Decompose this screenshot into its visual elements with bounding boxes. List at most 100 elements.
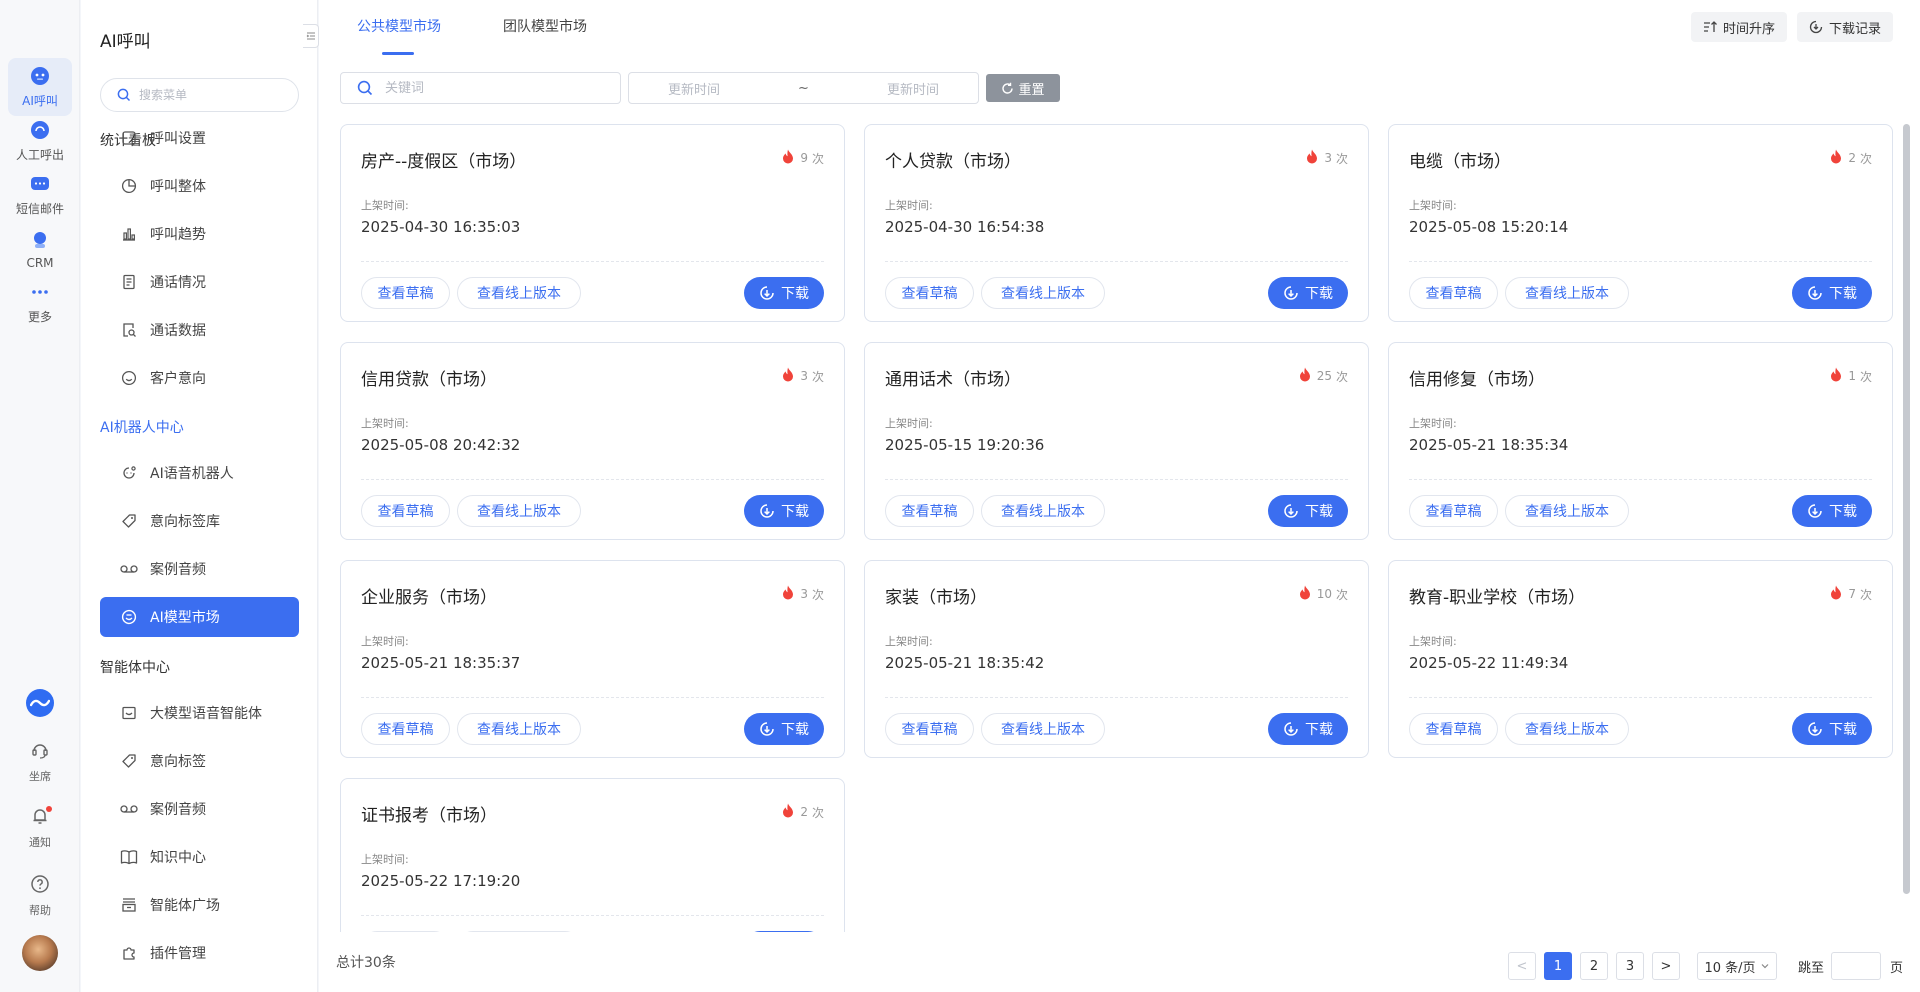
pagination-next[interactable]: > bbox=[1652, 952, 1680, 980]
view-online-version-button[interactable]: 查看线上版本 bbox=[457, 277, 581, 309]
view-draft-button[interactable]: 查看草稿 bbox=[1409, 495, 1498, 527]
download-count: 3次 bbox=[1306, 149, 1348, 167]
rail-item-manual-call[interactable]: 人工呼出 bbox=[8, 112, 72, 170]
download-button[interactable]: 下载 bbox=[744, 495, 824, 527]
download-icon bbox=[1283, 285, 1299, 301]
tab-team-market[interactable]: 团队模型市场 bbox=[503, 16, 587, 36]
view-draft-button[interactable]: 查看草稿 bbox=[361, 495, 450, 527]
rail-item-notice[interactable]: 通知 bbox=[8, 802, 72, 854]
menu-item-ai-voice-robot[interactable]: AI语音机器人 bbox=[100, 453, 299, 493]
view-draft-button[interactable]: 查看草稿 bbox=[361, 713, 450, 745]
download-label: 下载 bbox=[781, 504, 809, 520]
rail-item-seat[interactable]: 坐席 bbox=[8, 736, 72, 788]
page-size-select[interactable]: 10 条/页 bbox=[1697, 952, 1777, 980]
pagination-page[interactable]: 1 bbox=[1544, 952, 1572, 980]
menu-item-agent-case-audio[interactable]: 案例音频 bbox=[100, 789, 299, 829]
listed-time-value: 2025-05-21 18:35:42 bbox=[885, 654, 1045, 672]
rail-item-crm[interactable]: CRM bbox=[8, 220, 72, 278]
download-label: 下载 bbox=[1305, 286, 1333, 302]
tab-public-market[interactable]: 公共模型市场 bbox=[357, 16, 441, 36]
download-count: 1次 bbox=[1830, 367, 1872, 385]
menu-item-customer-intent[interactable]: 客户意向 bbox=[100, 358, 299, 398]
download-count-suffix: 次 bbox=[1859, 151, 1872, 166]
update-time-range-picker[interactable]: 更新时间 ~ 更新时间 bbox=[628, 72, 979, 104]
view-draft-button[interactable]: 查看草稿 bbox=[885, 495, 974, 527]
menu-item-call-data[interactable]: 通话数据 bbox=[100, 310, 299, 350]
view-online-version-button[interactable]: 查看线上版本 bbox=[457, 931, 581, 932]
view-online-version-button[interactable]: 查看线上版本 bbox=[1505, 495, 1629, 527]
download-button[interactable]: 下载 bbox=[1268, 495, 1348, 527]
card-title: 信用修复（市场） bbox=[1409, 370, 1545, 390]
download-button[interactable]: 下载 bbox=[744, 277, 824, 309]
view-online-version-button[interactable]: 查看线上版本 bbox=[1505, 277, 1629, 309]
bell-icon bbox=[30, 806, 52, 830]
download-button[interactable]: 下载 bbox=[744, 713, 824, 745]
view-draft-button[interactable]: 查看草稿 bbox=[361, 931, 450, 932]
store-icon bbox=[120, 896, 138, 914]
user-avatar[interactable] bbox=[22, 935, 58, 971]
download-count-value: 10 bbox=[1316, 587, 1332, 601]
view-draft-button[interactable]: 查看草稿 bbox=[1409, 713, 1498, 745]
download-count-suffix: 次 bbox=[811, 587, 824, 602]
download-button[interactable]: 下载 bbox=[1792, 277, 1872, 309]
menu-item-call-settings[interactable]: 呼叫设置 bbox=[100, 118, 299, 158]
pagination-page[interactable]: 3 bbox=[1616, 952, 1644, 980]
card-title: 通用话术（市场） bbox=[885, 370, 1021, 390]
view-online-version-button[interactable]: 查看线上版本 bbox=[457, 713, 581, 745]
menu-collapse-button[interactable] bbox=[303, 24, 319, 48]
download-count-suffix: 次 bbox=[1335, 587, 1348, 602]
pagination-page[interactable]: 2 bbox=[1580, 952, 1608, 980]
menu-item-intent-tag-lib[interactable]: 意向标签库 bbox=[100, 501, 299, 541]
keyword-input[interactable] bbox=[385, 80, 585, 96]
download-button[interactable]: 下载 bbox=[1792, 713, 1872, 745]
download-icon bbox=[759, 503, 775, 519]
bar-chart-icon bbox=[120, 225, 138, 243]
card-divider bbox=[361, 915, 824, 916]
view-online-version-button[interactable]: 查看线上版本 bbox=[457, 495, 581, 527]
scrollbar[interactable] bbox=[1903, 124, 1910, 894]
view-draft-button[interactable]: 查看草稿 bbox=[361, 277, 450, 309]
menu-search[interactable] bbox=[100, 78, 299, 112]
download-button[interactable]: 下载 bbox=[1792, 495, 1872, 527]
voice-robot-icon bbox=[120, 464, 138, 482]
rail-label: 帮助 bbox=[29, 904, 51, 917]
menu-item-llm-voice-agent[interactable]: 大模型语音智能体 bbox=[100, 693, 299, 733]
download-button[interactable]: 下载 bbox=[1268, 713, 1348, 745]
rail-item-sms-email[interactable]: 短信邮件 bbox=[8, 166, 72, 224]
download-records-button[interactable]: 下载记录 bbox=[1797, 12, 1894, 42]
menu-item-call-trend[interactable]: 呼叫趋势 bbox=[100, 214, 299, 254]
sort-time-asc-button[interactable]: 时间升序 bbox=[1691, 12, 1788, 42]
menu-item-agent-plaza[interactable]: 智能体广场 bbox=[100, 885, 299, 925]
menu-item-intent-tag[interactable]: 意向标签 bbox=[100, 741, 299, 781]
date-start[interactable]: 更新时间 bbox=[668, 79, 720, 98]
view-draft-button[interactable]: 查看草稿 bbox=[1409, 277, 1498, 309]
menu-item-call-status[interactable]: 通话情况 bbox=[100, 262, 299, 302]
rail-item-ai-call[interactable]: AI呼叫 bbox=[8, 58, 72, 116]
document-icon bbox=[120, 273, 138, 291]
pagination-prev[interactable]: < bbox=[1508, 952, 1536, 980]
view-online-version-button[interactable]: 查看线上版本 bbox=[981, 713, 1105, 745]
download-label: 下载 bbox=[1829, 504, 1857, 520]
download-count-value: 7 bbox=[1848, 587, 1856, 601]
keyword-search[interactable] bbox=[340, 72, 621, 104]
view-draft-button[interactable]: 查看草稿 bbox=[885, 277, 974, 309]
download-button[interactable]: 下载 bbox=[744, 931, 824, 932]
menu-item-plugin-manage[interactable]: 插件管理 bbox=[100, 933, 299, 973]
rail-item-help[interactable]: 帮助 bbox=[8, 870, 72, 922]
reset-button[interactable]: 重置 bbox=[986, 74, 1060, 102]
menu-item-call-overall[interactable]: 呼叫整体 bbox=[100, 166, 299, 206]
download-count-value: 3 bbox=[800, 587, 808, 601]
date-end[interactable]: 更新时间 bbox=[887, 79, 939, 98]
download-button[interactable]: 下载 bbox=[1268, 277, 1348, 309]
view-online-version-button[interactable]: 查看线上版本 bbox=[981, 277, 1105, 309]
view-online-version-button[interactable]: 查看线上版本 bbox=[981, 495, 1105, 527]
view-online-version-button[interactable]: 查看线上版本 bbox=[1505, 713, 1629, 745]
view-draft-button[interactable]: 查看草稿 bbox=[885, 713, 974, 745]
menu-item-label: 智能体广场 bbox=[150, 898, 220, 914]
menu-item-case-audio[interactable]: 案例音频 bbox=[100, 549, 299, 589]
menu-item-knowledge-center[interactable]: 知识中心 bbox=[100, 837, 299, 877]
goto-page-input[interactable] bbox=[1831, 952, 1881, 980]
menu-item-ai-model-market[interactable]: AI模型市场 bbox=[100, 597, 299, 637]
menu-search-input[interactable] bbox=[139, 88, 279, 102]
rail-item-more[interactable]: 更多 bbox=[8, 274, 72, 332]
